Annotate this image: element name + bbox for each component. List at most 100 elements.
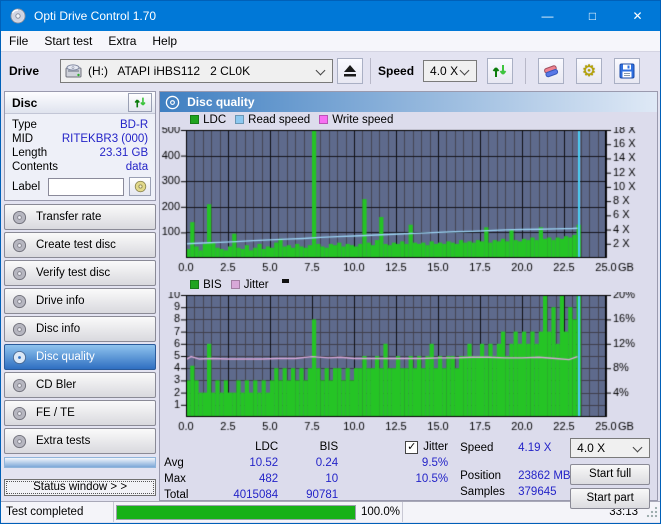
legend-marker xyxy=(281,278,289,283)
disc-label-button[interactable] xyxy=(129,177,152,196)
bis-column-header: BIS xyxy=(319,441,339,453)
progress-percent: 100.0% xyxy=(361,506,401,518)
menu-start-test[interactable]: Start test xyxy=(36,31,100,51)
ldc-swatch xyxy=(190,115,200,124)
sidebar-item-fe-te[interactable]: FE / TE xyxy=(4,400,157,426)
cd-icon xyxy=(165,95,180,109)
eject-button[interactable] xyxy=(337,57,364,84)
erase-button[interactable] xyxy=(538,57,565,84)
table-row: Avg 10.52 0.24 9.5% xyxy=(164,457,449,469)
results-table: LDC BIS ✓ Jitter Avg 10.52 0.24 9.5% Max… xyxy=(164,439,448,503)
disc-label-input[interactable] xyxy=(48,177,125,196)
samples-info-label: Samples xyxy=(460,486,505,498)
menu-help[interactable]: Help xyxy=(144,31,185,51)
read-speed-legend-label: Read speed xyxy=(248,113,311,126)
samples-info-value: 379645 xyxy=(518,486,557,498)
chart2-legend: BIS Jitter xyxy=(160,277,657,292)
sidebar-divider xyxy=(4,457,157,468)
test-speed-select[interactable]: 4.0 X xyxy=(570,438,651,458)
progress-bar xyxy=(116,504,356,520)
checkbox-check-icon: ✓ xyxy=(405,440,419,454)
drive-select[interactable]: (H:) ATAPI iHBS112 2 CL0K xyxy=(60,58,334,83)
speed-value: 4.0 X xyxy=(430,63,459,78)
drive-icon xyxy=(65,63,82,77)
sidebar-item-extra-tests[interactable]: Extra tests xyxy=(4,428,157,454)
menu-extra[interactable]: Extra xyxy=(100,31,144,51)
window-title: Opti Drive Control 1.70 xyxy=(34,9,157,23)
chevron-down-icon xyxy=(634,444,642,452)
disc-refresh-button[interactable] xyxy=(128,93,153,112)
test-info: Speed 4.19 X Position 23862 MB Samples 3796… xyxy=(460,442,570,502)
title-bar: Opti Drive Control 1.70 — □ ✕ xyxy=(1,1,660,31)
ldc-legend-label: LDC xyxy=(203,113,227,126)
panel-header: Disc quality xyxy=(160,92,658,112)
speed-info-label: Speed xyxy=(460,442,494,454)
cd-icon xyxy=(12,238,27,253)
start-part-button[interactable]: Start part xyxy=(570,488,651,509)
chevron-down-icon xyxy=(461,67,469,75)
sidebar-item-create-test-disc[interactable]: Create test disc xyxy=(4,232,157,258)
sidebar-item-verify-test-disc[interactable]: Verify test disc xyxy=(4,260,157,286)
jitter-checkbox[interactable]: ✓ Jitter xyxy=(405,440,449,454)
disc-panel-title: Disc xyxy=(12,95,38,110)
stats-area: LDC BIS ✓ Jitter Avg 10.52 0.24 9.5% Max… xyxy=(160,436,657,509)
toolbar: Drive (H:) ATAPI iHBS112 2 CL0K Speed 4.… xyxy=(1,52,660,89)
speed-select[interactable]: 4.0 X xyxy=(423,59,478,82)
eject-icon xyxy=(344,64,357,76)
sidebar-item-disc-info[interactable]: Disc info xyxy=(4,316,157,342)
drive-value: (H:) ATAPI iHBS112 2 CL0K xyxy=(88,63,251,78)
maximize-button[interactable]: □ xyxy=(570,1,615,31)
app-window: Opti Drive Control 1.70 — □ ✕ File Start… xyxy=(0,0,661,524)
menu-file[interactable]: File xyxy=(1,31,36,51)
chevron-down-icon xyxy=(317,67,325,75)
legend-item-ldc: LDC xyxy=(190,114,226,126)
legend-item-jitter: Jitter xyxy=(230,278,269,291)
jitter-swatch xyxy=(230,280,240,289)
drive-label: Drive xyxy=(9,63,40,78)
refresh-icon xyxy=(492,64,507,77)
panel-title: Disc quality xyxy=(187,95,255,109)
status-window-button[interactable]: Status window > > xyxy=(4,479,157,496)
minimize-button[interactable]: — xyxy=(525,1,570,31)
sidebar-item-disc-quality[interactable]: Disc quality xyxy=(4,344,157,370)
refresh-button[interactable] xyxy=(487,57,514,84)
sidebar: Disc Type BD-R MID RITEKBR3 (000) Length 23… xyxy=(1,89,158,501)
disc-panel: Disc Type BD-R MID RITEKBR3 (000) Length 23… xyxy=(4,91,157,201)
test-controls: 4.0 X Start full Start part xyxy=(570,438,651,512)
position-info-label: Position xyxy=(460,470,502,482)
disc-type-label: Type xyxy=(12,119,37,131)
sidebar-item-transfer-rate[interactable]: Transfer rate xyxy=(4,204,157,230)
toolbar-separator xyxy=(370,57,372,84)
menu-bar: File Start test Extra Help xyxy=(1,31,660,52)
app-disc-icon xyxy=(10,8,26,24)
disc-contents-label: Contents xyxy=(12,161,59,173)
speed-info-value: 4.19 X xyxy=(518,442,552,454)
start-full-button[interactable]: Start full xyxy=(570,464,651,485)
disc-contents-value[interactable]: data xyxy=(126,161,148,173)
content-area: Disc Type BD-R MID RITEKBR3 (000) Length 23… xyxy=(1,89,660,509)
legend-item-bis: BIS xyxy=(190,279,222,291)
ldc-column-header: LDC xyxy=(255,441,279,453)
position-info-value: 23862 MB xyxy=(518,470,571,482)
sidebar-item-drive-info[interactable]: Drive info xyxy=(4,288,157,314)
save-button[interactable] xyxy=(614,57,641,84)
jitter-legend-label: Jitter xyxy=(243,278,269,291)
tools-button[interactable]: ⚙ xyxy=(576,57,603,84)
close-button[interactable]: ✕ xyxy=(615,1,660,31)
sidebar-item-cd-bler[interactable]: CD Bler xyxy=(4,372,157,398)
disc-length-label: Length xyxy=(12,147,48,159)
progress-fill xyxy=(117,505,355,519)
cd-icon xyxy=(12,322,27,337)
cd-icon xyxy=(134,180,146,193)
disc-mid-value: RITEKBR3 (000) xyxy=(61,133,149,145)
chart1-legend: LDC Read speed Write speed xyxy=(160,112,657,127)
disc-mid-label: MID xyxy=(12,133,34,145)
cd-icon xyxy=(12,266,27,281)
legend-item-write-speed: Write speed xyxy=(319,114,393,126)
bis-legend-label: BIS xyxy=(203,278,222,291)
cd-icon xyxy=(12,210,27,225)
status-bar: Test completed 100.0% 33:13 xyxy=(1,501,660,522)
jitter-checkbox-label: Jitter xyxy=(423,441,449,453)
read-speed-swatch xyxy=(235,115,245,124)
disc-length-value: 23.31 GB xyxy=(99,147,149,159)
